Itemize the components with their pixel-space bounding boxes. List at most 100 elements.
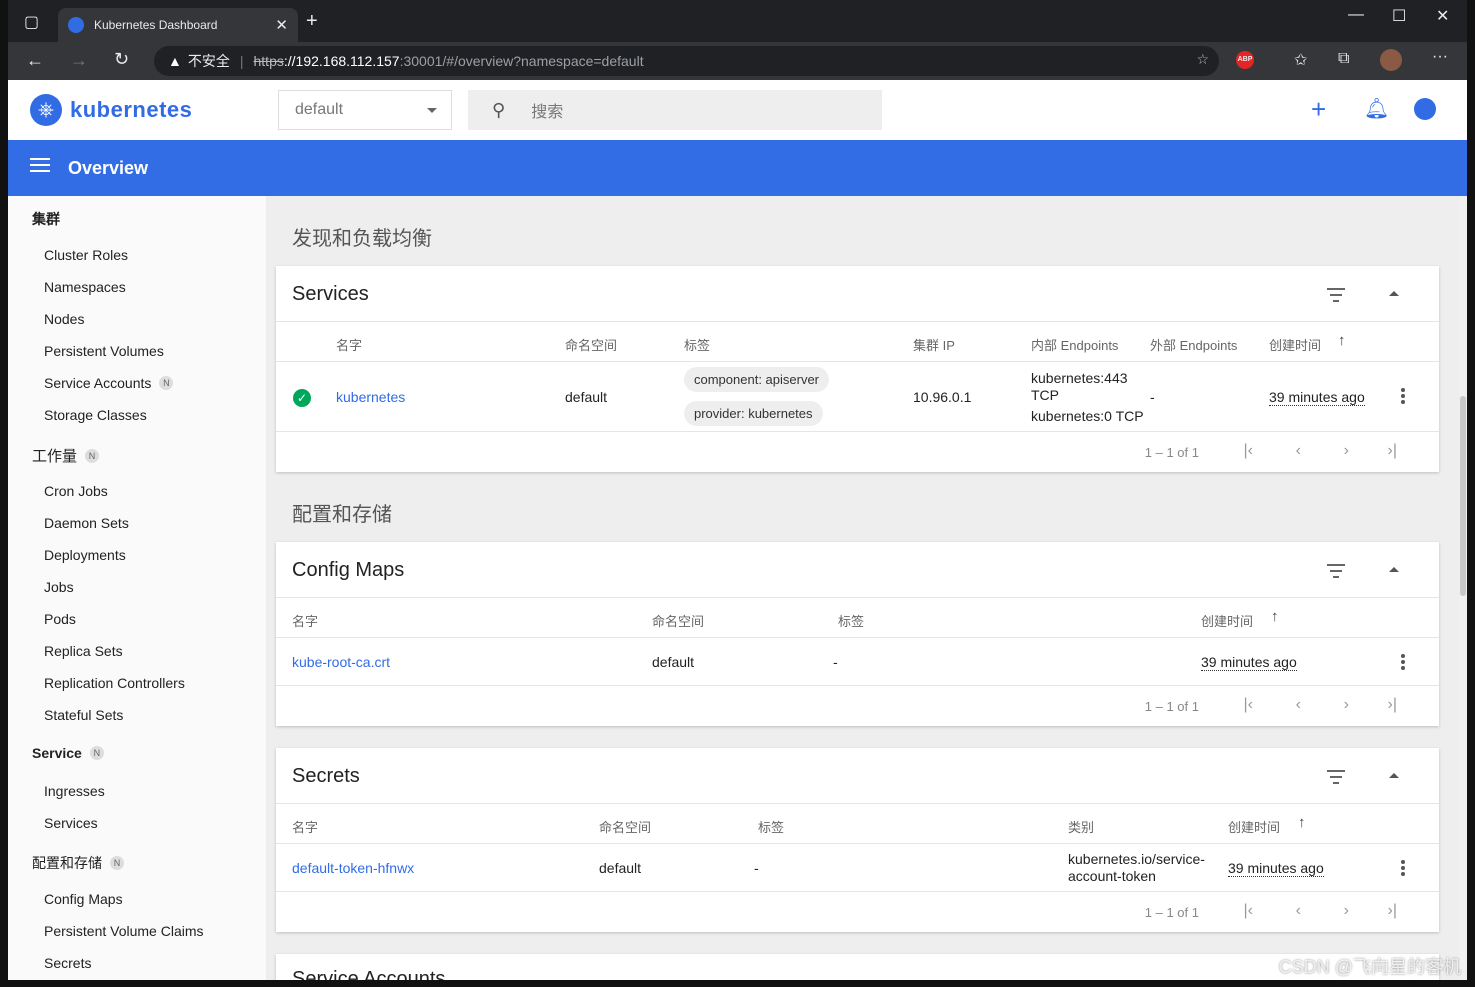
- sidebar-item-cluster-roles[interactable]: Cluster Roles: [44, 247, 128, 263]
- back-icon[interactable]: ←: [26, 50, 44, 71]
- sidebar-item-stateful-sets[interactable]: Stateful Sets: [44, 707, 123, 723]
- filter-icon[interactable]: [1327, 288, 1345, 302]
- service-name-link[interactable]: kubernetes: [336, 389, 405, 405]
- sidebar-item-storage-classes[interactable]: Storage Classes: [44, 407, 147, 423]
- security-warning[interactable]: 不安全: [188, 51, 230, 71]
- last-page-icon[interactable]: ›|: [1388, 902, 1397, 920]
- url-field[interactable]: ▲ 不安全 | https://192.168.112.157:30001/#/…: [154, 46, 1219, 76]
- column-header[interactable]: 名字: [292, 611, 318, 630]
- tab-actions-icon[interactable]: ▢: [24, 12, 39, 32]
- sidebar-item-persistent-volume-claims[interactable]: Persistent Volume Claims: [44, 923, 204, 939]
- account-icon[interactable]: [1414, 98, 1436, 120]
- reload-icon[interactable]: ↻: [114, 49, 129, 70]
- sidebar-item-cron-jobs[interactable]: Cron Jobs: [44, 483, 108, 499]
- menu-icon[interactable]: [30, 158, 50, 172]
- table-row[interactable]: ✓ kubernetes default component: apiserve…: [276, 362, 1439, 432]
- column-header[interactable]: 创建时间: [1201, 611, 1253, 630]
- filter-icon[interactable]: [1327, 770, 1345, 784]
- sidebar-item-ingresses[interactable]: Ingresses: [44, 783, 105, 799]
- prev-page-icon[interactable]: ‹: [1296, 902, 1301, 920]
- sidebar-item-daemon-sets[interactable]: Daemon Sets: [44, 515, 129, 531]
- first-page-icon[interactable]: |‹: [1244, 442, 1253, 460]
- create-icon[interactable]: +: [1311, 94, 1326, 125]
- browser-tab[interactable]: Kubernetes Dashboard ✕: [58, 8, 298, 42]
- close-window-icon[interactable]: ✕: [1436, 6, 1449, 26]
- sidebar-item-jobs[interactable]: Jobs: [44, 579, 74, 595]
- first-page-icon[interactable]: |‹: [1244, 902, 1253, 920]
- column-header[interactable]: 命名空间: [565, 335, 617, 354]
- sidebar-item-persistent-volumes[interactable]: Persistent Volumes: [44, 343, 164, 359]
- column-header[interactable]: 名字: [292, 817, 318, 836]
- sidebar-section-cluster[interactable]: 集群: [32, 209, 60, 229]
- scrollbar[interactable]: [1459, 196, 1467, 980]
- created-time: 39 minutes ago: [1228, 860, 1324, 877]
- url-host: ://192.168.112.157: [283, 53, 400, 69]
- collapse-icon[interactable]: [1389, 291, 1399, 296]
- namespace-select[interactable]: default: [278, 90, 452, 130]
- kubernetes-logo[interactable]: ⎈ kubernetes: [30, 94, 192, 126]
- column-header[interactable]: 创建时间: [1269, 335, 1321, 354]
- next-page-icon[interactable]: ›: [1344, 902, 1349, 920]
- next-page-icon[interactable]: ›: [1344, 442, 1349, 460]
- sidebar-item-namespaces[interactable]: Namespaces: [44, 279, 126, 295]
- table-row[interactable]: default-token-hfnwx default - kubernetes…: [276, 844, 1439, 892]
- search-input[interactable]: ⚲ 搜索: [468, 90, 882, 130]
- more-icon[interactable]: ···: [1432, 48, 1448, 66]
- more-actions-icon[interactable]: [1401, 654, 1405, 672]
- favorite-icon[interactable]: ☆: [1196, 51, 1209, 68]
- collapse-icon[interactable]: [1389, 567, 1399, 572]
- sidebar-item-secrets[interactable]: Secrets: [44, 955, 91, 971]
- maximize-icon[interactable]: ☐: [1392, 6, 1406, 26]
- paginator: 1 – 1 of 1 |‹ ‹ › ›|: [276, 892, 1439, 932]
- collapse-icon[interactable]: [1389, 773, 1399, 778]
- column-header[interactable]: 创建时间: [1228, 817, 1280, 836]
- url-separator: |: [239, 53, 244, 69]
- more-actions-icon[interactable]: [1401, 860, 1405, 878]
- column-header[interactable]: 命名空间: [652, 611, 704, 630]
- sidebar-item-config-maps[interactable]: Config Maps: [44, 891, 123, 907]
- collections-icon[interactable]: ⧉: [1338, 50, 1349, 68]
- column-header: 类别: [1068, 820, 1095, 835]
- next-page-icon[interactable]: ›: [1344, 696, 1349, 714]
- sort-ascending-icon[interactable]: ↑: [1338, 332, 1346, 349]
- sidebar-item-service-accounts[interactable]: Service Accounts N: [44, 375, 174, 391]
- column-header[interactable]: 命名空间: [599, 817, 651, 836]
- sidebar-item-deployments[interactable]: Deployments: [44, 547, 126, 563]
- new-tab-icon[interactable]: +: [306, 10, 318, 33]
- secret-type: kubernetes.io/service-: [1068, 851, 1205, 867]
- sidebar-section-config[interactable]: 配置和存储 N: [32, 853, 124, 873]
- sort-ascending-icon[interactable]: ↑: [1271, 608, 1279, 625]
- configmaps-card: Config Maps 名字 命名空间 标签 创建时间 ↑ kube-root-…: [276, 542, 1439, 726]
- sidebar-item-replica-sets[interactable]: Replica Sets: [44, 643, 123, 659]
- tab-bar: ▢ Kubernetes Dashboard ✕ + — ☐ ✕: [8, 0, 1467, 42]
- prev-page-icon[interactable]: ‹: [1296, 442, 1301, 460]
- last-page-icon[interactable]: ›|: [1388, 442, 1397, 460]
- sidebar-item-services[interactable]: Services: [44, 815, 98, 831]
- notifications-icon[interactable]: 🔔︎: [1364, 96, 1389, 121]
- adblock-icon[interactable]: ABP: [1236, 51, 1254, 69]
- sidebar-section-service[interactable]: Service N: [32, 745, 104, 761]
- forward-icon[interactable]: →: [70, 50, 88, 71]
- prev-page-icon[interactable]: ‹: [1296, 696, 1301, 714]
- namespace-value: default: [599, 860, 642, 876]
- page-range: 1 – 1 of 1: [1144, 905, 1199, 920]
- browser-window: ▢ Kubernetes Dashboard ✕ + — ☐ ✕ ← → ↻ ▲…: [8, 0, 1467, 980]
- more-actions-icon[interactable]: [1401, 388, 1405, 406]
- filter-icon[interactable]: [1327, 564, 1345, 578]
- last-page-icon[interactable]: ›|: [1388, 696, 1397, 714]
- sidebar-item-replication-controllers[interactable]: Replication Controllers: [44, 675, 185, 691]
- configmap-name-link[interactable]: kube-root-ca.crt: [292, 654, 390, 670]
- first-page-icon[interactable]: |‹: [1244, 696, 1253, 714]
- sidebar-section-workloads[interactable]: 工作量 N: [32, 445, 100, 466]
- scroll-thumb[interactable]: [1460, 396, 1466, 596]
- sort-ascending-icon[interactable]: ↑: [1298, 814, 1306, 831]
- minimize-icon[interactable]: —: [1348, 6, 1364, 24]
- favorites-icon[interactable]: ✩: [1294, 50, 1307, 70]
- secret-name-link[interactable]: default-token-hfnwx: [292, 860, 414, 876]
- sidebar-item-pods[interactable]: Pods: [44, 611, 76, 627]
- sidebar-item-nodes[interactable]: Nodes: [44, 311, 84, 327]
- column-header[interactable]: 名字: [336, 335, 362, 354]
- table-row[interactable]: kube-root-ca.crt default - 39 minutes ag…: [276, 638, 1439, 686]
- close-tab-icon[interactable]: ✕: [275, 16, 288, 34]
- profile-avatar[interactable]: [1380, 49, 1402, 71]
